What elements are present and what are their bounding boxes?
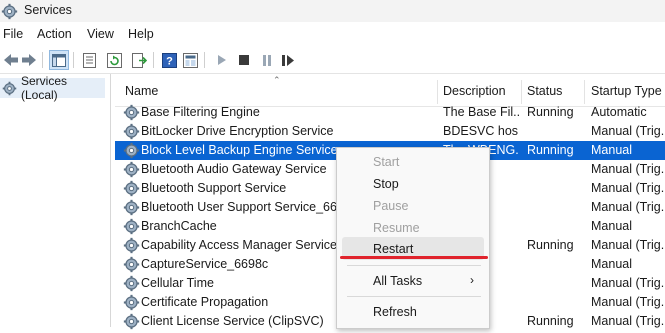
service-startup-type: Manual (Trig... (591, 238, 665, 252)
service-startup-type: Manual (591, 257, 632, 271)
service-startup-type: Manual (Trig... (591, 181, 665, 195)
column-header-description[interactable]: Description (443, 84, 506, 98)
ctx-separator (347, 265, 481, 266)
service-startup-type: Manual (Trig... (591, 276, 665, 290)
service-startup-type: Manual (Trig... (591, 124, 665, 138)
service-startup-type: Manual (Trig... (591, 295, 665, 309)
service-status: Running (527, 143, 574, 157)
gear-icon (123, 142, 140, 159)
restart-icon[interactable] (279, 51, 297, 69)
ctx-stop[interactable]: Stop (373, 177, 399, 191)
ctx-refresh[interactable]: Refresh (373, 305, 417, 319)
gear-icon (123, 294, 140, 311)
properties-icon[interactable] (80, 51, 98, 69)
submenu-arrow-icon: › (470, 273, 474, 287)
gear-icon (123, 180, 140, 197)
service-startup-type: Manual (Trig... (591, 200, 665, 214)
services-gear-icon (1, 3, 18, 23)
service-status: Running (527, 314, 574, 328)
window-title: Services (24, 3, 72, 17)
toolbar-separator (153, 52, 154, 68)
service-name: Base Filtering Engine (141, 105, 260, 119)
service-status: Running (527, 105, 574, 119)
service-status: Running (527, 238, 574, 252)
pause-icon[interactable] (258, 51, 276, 69)
menu-view[interactable]: View (87, 27, 114, 41)
service-startup-type: Manual (591, 143, 632, 157)
annotation-underline (340, 256, 488, 259)
title-bar: Services (0, 0, 665, 22)
gear-icon (123, 199, 140, 216)
tree-item-label: Services (Local) (21, 74, 68, 102)
refresh-icon[interactable] (105, 51, 123, 69)
stop-icon[interactable] (235, 51, 253, 69)
menu-action[interactable]: Action (37, 27, 72, 41)
export-icon[interactable] (130, 51, 148, 69)
menu-bar: File Action View Help (0, 23, 665, 45)
service-startup-type: Automatic (591, 105, 647, 119)
column-header-status[interactable]: Status (527, 84, 562, 98)
toolbar-separator (73, 52, 74, 68)
table-row[interactable]: BitLocker Drive Encryption Service BDESVC… (115, 122, 665, 141)
column-divider[interactable] (437, 80, 438, 104)
toolbar-separator (204, 52, 205, 68)
ctx-restart[interactable]: Restart (373, 242, 413, 256)
context-menu: Start Stop Pause Resume Restart All Task… (336, 147, 490, 329)
forward-arrow-icon[interactable] (20, 51, 38, 69)
gear-icon (123, 218, 140, 235)
gear-icon (123, 123, 140, 140)
toolbar: ? (0, 47, 665, 74)
toolbar-separator (42, 52, 43, 68)
services-gear-icon (2, 81, 17, 96)
tree-item-services-local[interactable]: Services (Local) (0, 74, 105, 102)
ctx-pause[interactable]: Pause (373, 199, 408, 213)
gear-icon (123, 237, 140, 254)
service-description: The Base Fil... (443, 105, 519, 119)
menu-help[interactable]: Help (128, 27, 154, 41)
play-icon[interactable] (213, 51, 231, 69)
service-startup-type: Manual (591, 219, 632, 233)
table-row[interactable]: Base Filtering Engine The Base Fil... Runn… (115, 103, 665, 122)
ctx-start[interactable]: Start (373, 155, 399, 169)
back-arrow-icon[interactable] (2, 51, 20, 69)
service-startup-type: Manual (Trig... (591, 314, 665, 328)
menu-file[interactable]: File (3, 27, 23, 41)
ctx-resume[interactable]: Resume (373, 221, 420, 235)
gear-icon (123, 161, 140, 178)
console-tree-icon[interactable] (49, 50, 69, 70)
gear-icon (123, 256, 140, 273)
ctx-separator (347, 296, 481, 297)
column-divider[interactable] (584, 80, 585, 104)
column-header-startup-type[interactable]: Startup Type (591, 84, 662, 98)
sort-ascending-icon: ⌃ (273, 75, 281, 85)
ctx-all-tasks[interactable]: All Tasks (373, 274, 422, 288)
column-divider[interactable] (521, 80, 522, 104)
console-tree-pane: Services (Local) (0, 74, 111, 327)
column-header-name[interactable]: Name (125, 84, 158, 98)
service-description: BDESVC hos... (443, 124, 519, 138)
service-startup-type: Manual (Trig... (591, 162, 665, 176)
mmc-view-icon[interactable] (181, 51, 199, 69)
service-name: BitLocker Drive Encryption Service (141, 124, 334, 138)
help-icon[interactable]: ? (160, 51, 178, 69)
gear-icon (123, 275, 140, 292)
gear-icon (123, 313, 140, 330)
svg-text:?: ? (166, 55, 173, 67)
gear-icon (123, 104, 140, 121)
